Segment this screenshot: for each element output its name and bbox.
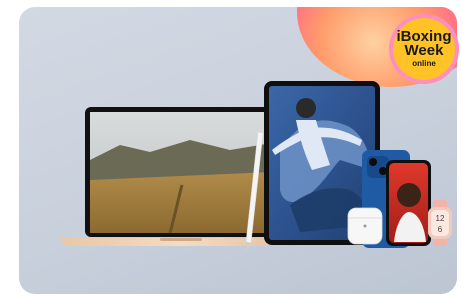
svg-text:12: 12 (436, 214, 445, 223)
earbuds-icon (347, 207, 383, 245)
phone-icon (386, 160, 431, 246)
svg-text:6: 6 (438, 225, 443, 234)
watch-icon: 12 6 (428, 200, 452, 246)
device-lineup-illustration: 12 6 (60, 81, 452, 252)
